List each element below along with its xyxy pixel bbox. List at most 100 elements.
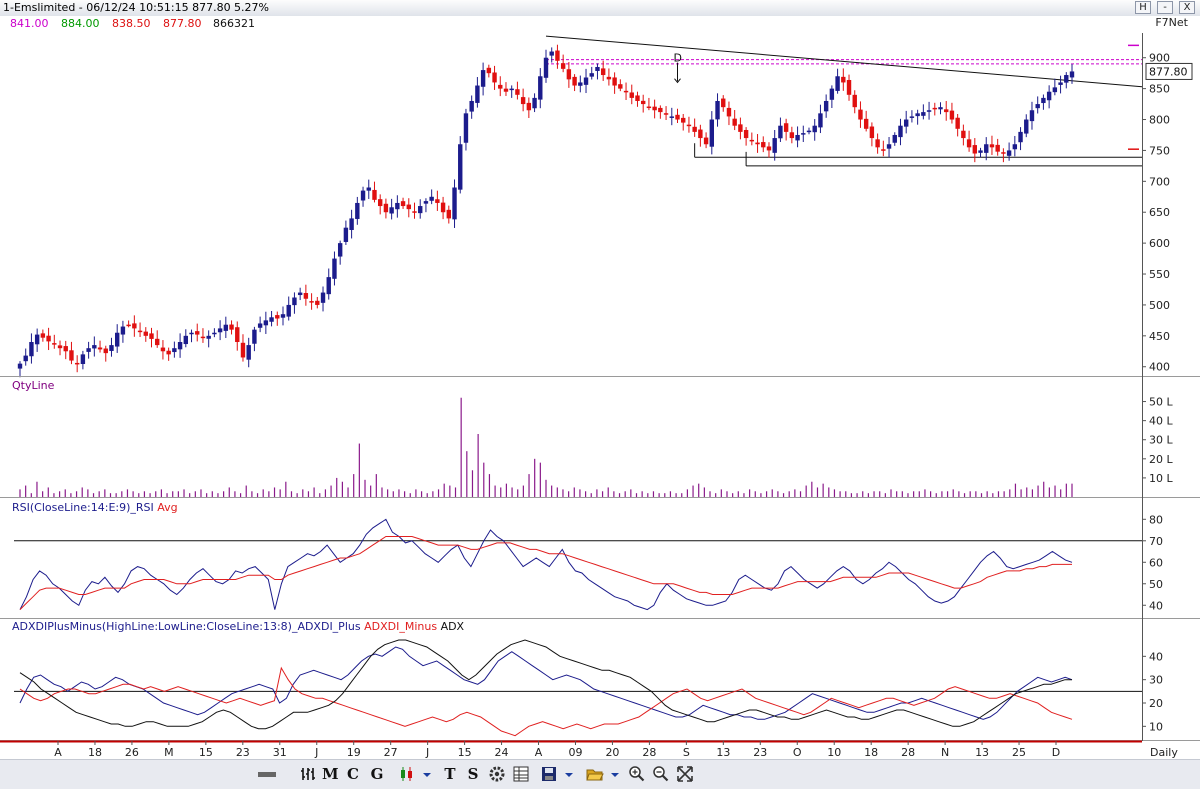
candle-body [663,113,669,115]
table-icon[interactable] [512,765,530,783]
candle-body [452,187,457,220]
candle-body [652,106,657,111]
candle-body [783,123,789,132]
candle-body [681,117,686,123]
price-tick-label: 650 [1149,206,1170,219]
candle-body [635,95,640,101]
candle-body [841,76,846,83]
rsi-tick-label: 80 [1149,513,1163,526]
chart-area[interactable]: D 400 450 500 550 600 650 700 750 800 850 900877.8… [0,30,1200,759]
candle-body [355,202,360,219]
x-tick-label: N [941,746,949,759]
fit-screen-icon[interactable] [676,765,694,783]
candle-body [526,102,532,111]
candle-body [486,67,492,74]
window-title: 1-Emslimited - 06/12/24 10:51:15 877.80 … [3,1,270,14]
candle-body [1018,131,1023,143]
candle-body [949,110,955,120]
x-tick-label: 09 [568,746,582,759]
x-tick-label: 28 [901,746,915,759]
candle-body [686,124,692,127]
x-tick-label: 27 [384,746,398,759]
s-button[interactable]: S [465,764,481,784]
bar-chart-type-icon[interactable] [300,765,318,783]
rsi-tick-label: 40 [1149,599,1163,612]
rsi-panel-title: RSI(CloseLine:14:E:9)_RSI Avg [12,501,178,514]
candle-body [915,113,920,117]
candle-body [995,144,1000,152]
candle-body [23,355,28,362]
candle-body [600,68,606,76]
price-tick-label: 400 [1149,361,1170,374]
candle-body [858,109,863,120]
candle-body [1001,152,1006,154]
candle-body [749,139,755,142]
candle-body [446,209,452,219]
candle-body [143,331,148,336]
candle-body [835,76,840,91]
candle-body [869,126,875,139]
x-tick-label: S [683,746,690,759]
candle-icon[interactable] [398,765,416,783]
candle-body [566,69,572,80]
candle-body [418,206,423,214]
c-button[interactable]: C [345,764,361,784]
candle-body [589,73,594,77]
candle-body [606,76,612,80]
candle-body [372,189,377,200]
price-tick-label: 600 [1149,237,1170,250]
candle-body [921,112,926,116]
save-icon[interactable] [540,765,558,783]
qty-tick-label: 30 L [1149,434,1173,447]
g-button[interactable]: G [368,764,386,784]
x-tick-label: 24 [495,746,509,759]
zoom-out-icon[interactable] [652,765,670,783]
close-button[interactable]: X [1179,1,1195,14]
candle-body [132,323,137,329]
gear-icon[interactable] [488,765,506,783]
candle-body [337,243,343,257]
candle-body [458,144,463,190]
candle-body [612,77,617,86]
candle-body [40,333,46,338]
chevron-down-icon[interactable] [420,765,434,783]
m-button[interactable]: M [322,764,339,784]
candle-body [732,118,737,126]
candle-body [795,134,800,141]
close-value: 877.80 [163,17,202,30]
candle-body [400,201,406,207]
price-tick-label: 750 [1149,144,1170,157]
candle-body [892,134,897,143]
candle-body [463,113,469,143]
candle-body [520,97,526,105]
volume-value: 866321 [213,17,255,30]
candle-body [195,331,200,335]
candle-body [383,203,389,213]
candle-body [778,125,783,139]
candle-body [818,113,823,128]
zoom-in-icon[interactable] [628,765,646,783]
x-tick-label: 18 [864,746,878,759]
folder-open-icon[interactable] [586,765,604,783]
candle-body [315,300,320,305]
chevron-down-icon[interactable] [608,765,622,783]
candle-body [515,89,520,95]
candle-body [743,129,749,139]
candle-body [480,70,486,87]
help-button[interactable]: H [1135,1,1151,14]
minimize-button[interactable]: - [1157,1,1173,14]
candle-body [595,66,600,71]
price-tick-label: 850 [1149,83,1170,96]
adx-tick-label: 20 [1149,697,1163,710]
t-button[interactable]: T [442,764,458,784]
candle-body [618,84,623,89]
candle-body [92,345,97,349]
chevron-down-icon[interactable] [562,765,576,783]
candle-body [881,149,886,151]
title-bar: 1-Emslimited - 06/12/24 10:51:15 877.80 … [0,0,1200,17]
candle-body [109,345,114,351]
price-tick-label: 700 [1149,175,1170,188]
candle-body [955,117,960,129]
candle-body [475,85,480,103]
candle-body [126,324,131,327]
